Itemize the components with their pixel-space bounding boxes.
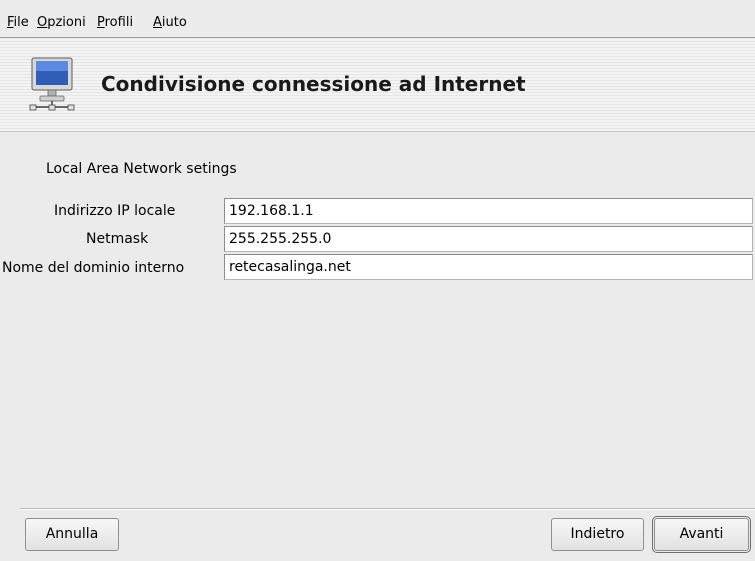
next-button[interactable]: Avanti [652, 516, 751, 553]
back-button[interactable]: Indietro [551, 518, 644, 551]
menu-aiuto-mnemonic: A [153, 15, 162, 30]
menu-aiuto[interactable]: Aiuto [153, 15, 187, 31]
menu-opzioni-label: pzioni [47, 15, 86, 30]
netmask-input[interactable] [224, 226, 753, 252]
menu-file-label: ile [13, 15, 29, 30]
cancel-button[interactable]: Annulla [25, 518, 119, 551]
domain-name-label: Nome del dominio interno [2, 260, 185, 276]
wizard-header: Condivisione connessione ad Internet [0, 39, 755, 132]
section-label: Local Area Network setings [46, 161, 237, 177]
netmask-label: Netmask [86, 231, 149, 247]
page-title: Condivisione connessione ad Internet [101, 72, 526, 96]
menu-profili-label: rofili [104, 15, 134, 30]
menu-profili[interactable]: Profili [97, 15, 133, 31]
ip-address-label: Indirizzo IP locale [54, 203, 176, 219]
menu-opzioni-mnemonic: O [37, 15, 48, 30]
menu-aiuto-label: iuto [161, 15, 187, 30]
domain-name-input[interactable] [224, 254, 753, 280]
button-separator [20, 508, 755, 510]
computer-network-icon [29, 57, 75, 111]
ip-address-input[interactable] [224, 198, 753, 224]
menu-profili-mnemonic: P [97, 15, 105, 30]
menu-opzioni[interactable]: Opzioni [37, 15, 86, 31]
menu-file[interactable]: File [7, 15, 29, 31]
menu-bar: File Opzioni Profili Aiuto [0, 0, 755, 38]
